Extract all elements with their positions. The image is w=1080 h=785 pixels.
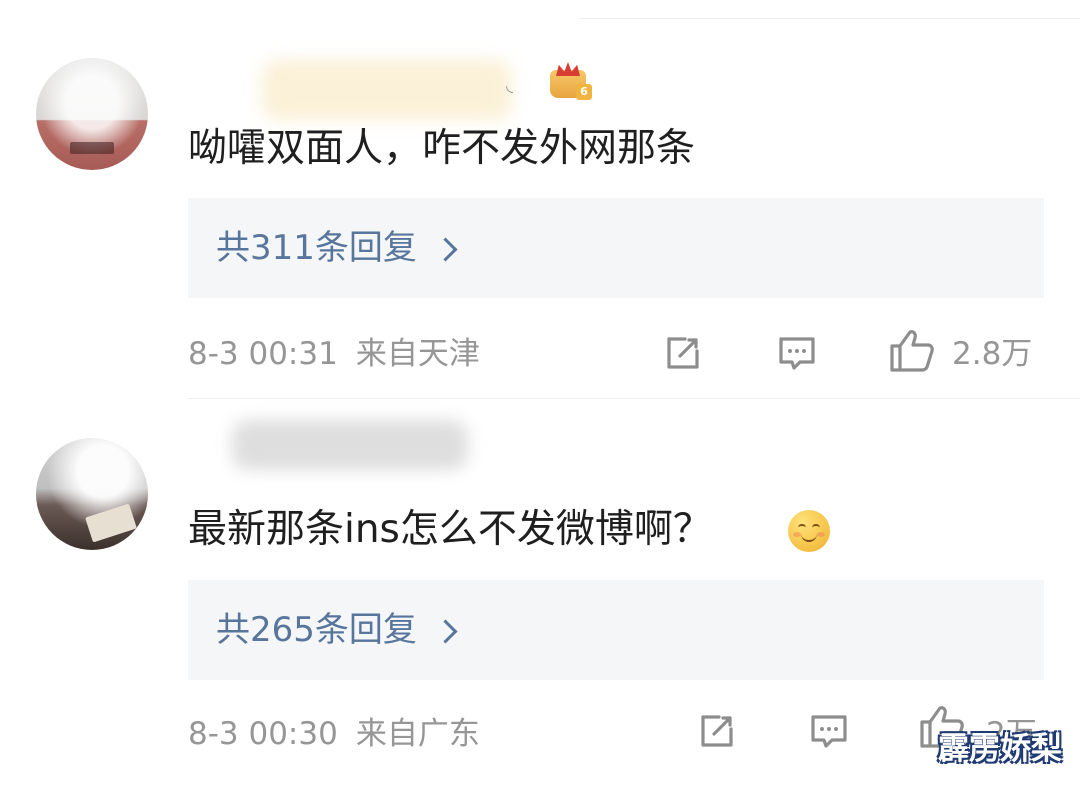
comment-meta: 8-3 00:30 来自广东 xyxy=(188,716,480,752)
comment-divider xyxy=(188,398,1080,399)
top-divider xyxy=(580,18,1080,19)
emoji-cheek xyxy=(793,532,801,537)
avatar-book xyxy=(85,503,137,543)
smile-emoji-icon xyxy=(788,510,830,552)
like-icon[interactable] xyxy=(888,328,934,372)
username-redacted xyxy=(262,60,512,120)
badge-level: 6 xyxy=(576,84,592,100)
small-mark-icon: ◟ xyxy=(506,75,513,96)
emoji-cheek xyxy=(817,532,825,537)
chevron-right-icon xyxy=(433,618,458,644)
replies-label: 共311条回复 xyxy=(216,228,417,268)
replies-button[interactable]: 共311条回复 xyxy=(188,198,1044,298)
username-redacted xyxy=(232,420,468,470)
comment-icon[interactable] xyxy=(808,710,850,752)
comment-text: 呦嚯双面人，咋不发外网那条 xyxy=(188,126,696,171)
comment-date: 8-3 00:30 xyxy=(188,716,338,752)
comment-icon[interactable] xyxy=(776,332,818,374)
chevron-right-icon xyxy=(433,236,458,262)
comment-location: 来自天津 xyxy=(355,336,480,372)
share-icon-svg xyxy=(701,715,733,747)
watermark: 霹雳娇梨 xyxy=(938,731,1062,767)
comment-icon-svg xyxy=(779,337,815,370)
emoji-mouth xyxy=(801,530,817,542)
share-icon-svg xyxy=(667,337,699,369)
comment-meta: 8-3 00:31 来自天津 xyxy=(188,336,480,372)
share-icon[interactable] xyxy=(662,332,704,374)
crown-icon xyxy=(556,62,580,76)
replies-button[interactable]: 共265条回复 xyxy=(188,580,1044,680)
like-icon-svg xyxy=(890,330,934,372)
comment-icon-svg xyxy=(811,715,847,748)
share-icon[interactable] xyxy=(696,710,738,752)
comment-date: 8-3 00:31 xyxy=(188,336,338,372)
avatar[interactable] xyxy=(36,58,148,170)
avatar[interactable] xyxy=(36,438,148,550)
comment-text: 最新那条ins怎么不发微博啊？ xyxy=(188,507,712,552)
avatar-tag xyxy=(70,142,114,154)
like-count: 2.8万 xyxy=(952,336,1033,372)
crown-badge-icon[interactable]: 6 xyxy=(550,62,592,100)
comment-location: 来自广东 xyxy=(355,716,480,752)
replies-label: 共265条回复 xyxy=(216,610,417,650)
